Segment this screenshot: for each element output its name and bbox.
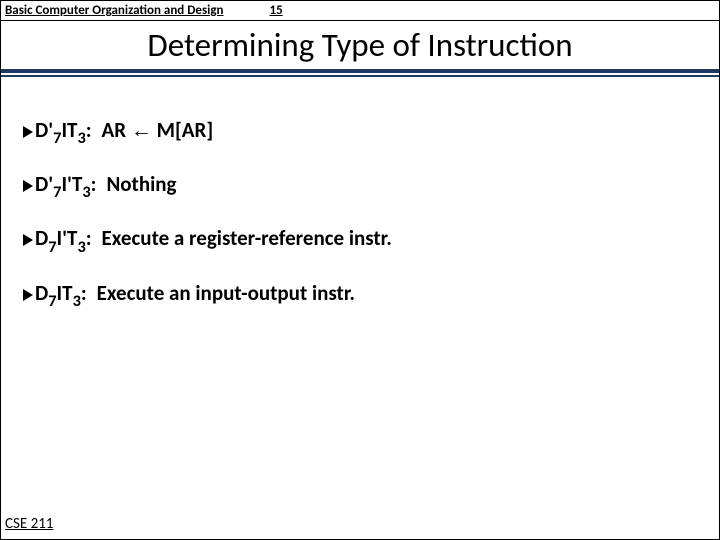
bullet-item: D'7IT3: AR ← M[AR] (23, 117, 701, 147)
bullet-item: D7IT3: Execute an input-output instr. (23, 280, 701, 310)
bullet-item: D7I'T3: Execute a register-reference ins… (23, 225, 701, 255)
bullet-arrow-icon (23, 180, 33, 192)
condition-expr: D7IT3: (35, 280, 91, 310)
action-text: Execute a register-reference instr. (102, 225, 392, 251)
action-text: Execute an input-output instr. (97, 280, 355, 306)
content-area: D'7IT3: AR ← M[AR] D'7I'T3: Nothing D7I'… (1, 73, 719, 310)
condition-expr: D7I'T3: (35, 225, 96, 255)
slide-title: Determining Type of Instruction (1, 25, 719, 69)
bullet-item: D'7I'T3: Nothing (23, 171, 701, 201)
action-text: Nothing (106, 171, 176, 197)
action-text: AR ← M[AR] (102, 117, 214, 143)
condition-expr: D'7I'T3: (35, 171, 100, 201)
bullet-arrow-icon (23, 126, 33, 138)
condition-expr: D'7IT3: (35, 117, 96, 147)
title-rule: Determining Type of Instruction (1, 21, 719, 73)
bullet-arrow-icon (23, 234, 33, 246)
footer-course-code: CSE 211 (5, 515, 53, 533)
header-course: Basic Computer Organization and Design (1, 1, 229, 20)
bullet-arrow-icon (23, 289, 33, 301)
header-page: 15 (229, 1, 288, 20)
header-bar: Basic Computer Organization and Design 1… (1, 1, 719, 21)
